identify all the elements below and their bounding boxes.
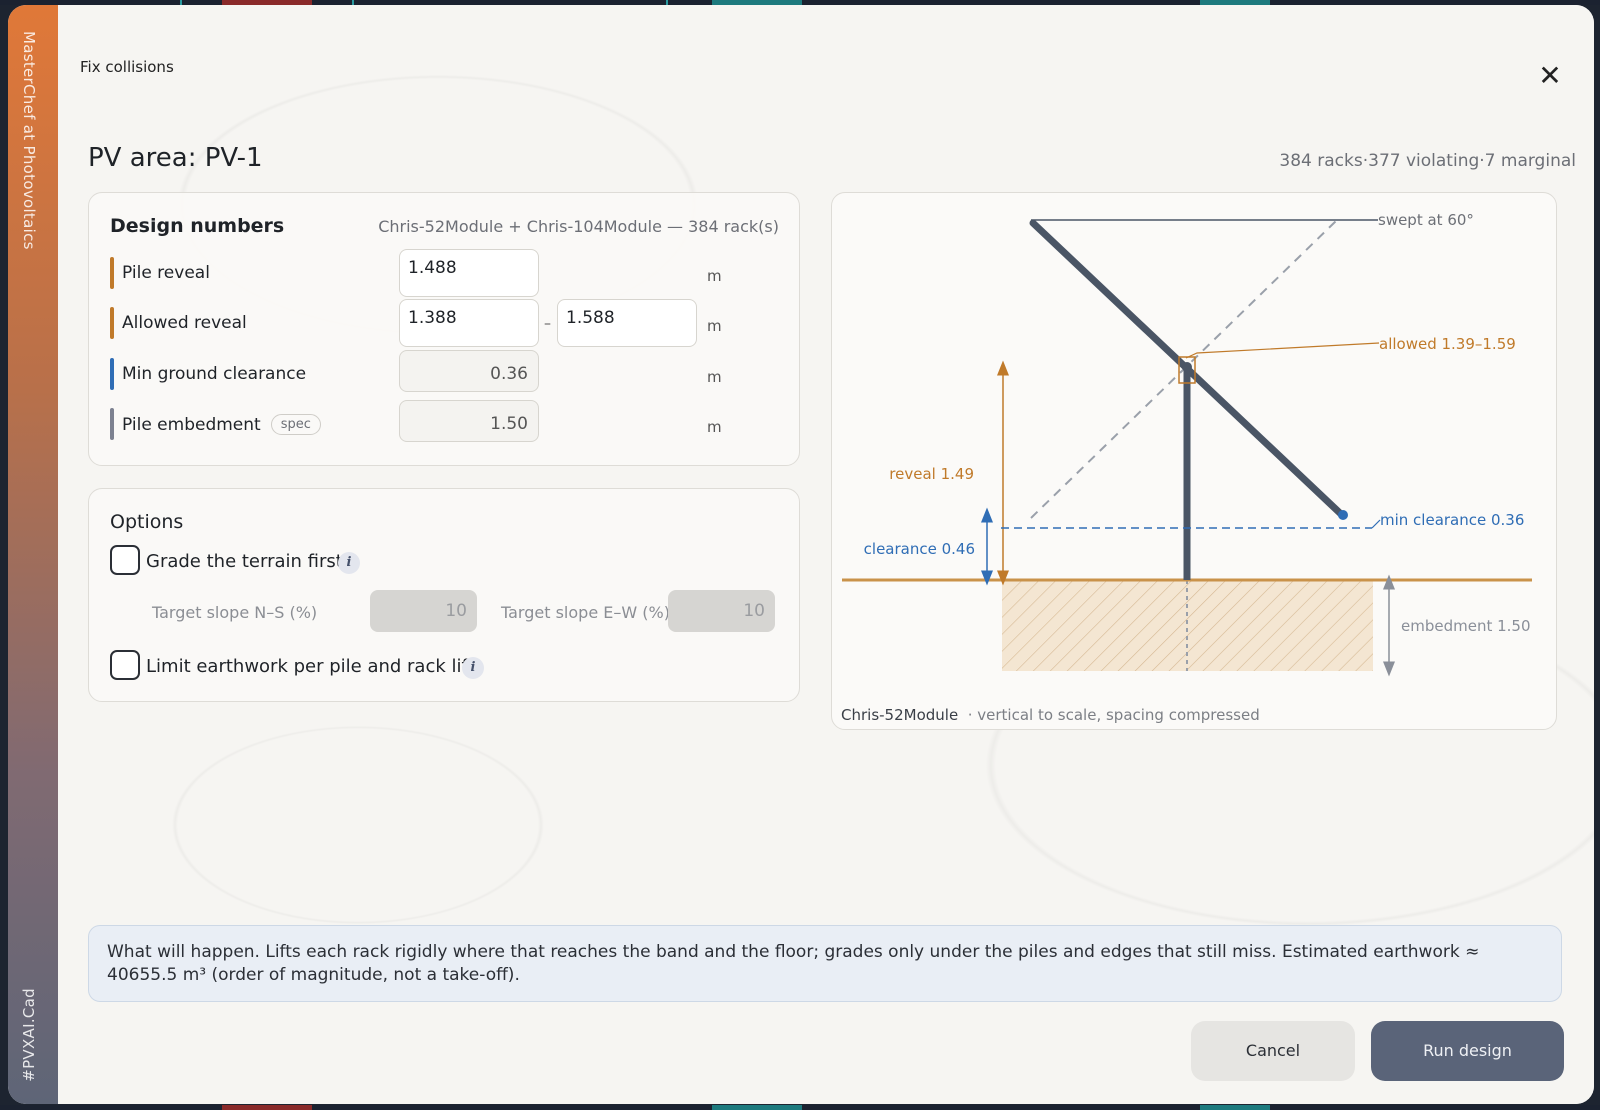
slope-ns-input[interactable]: 10 [370,590,477,632]
allowed-label: allowed 1.39–1.59 [1379,335,1516,353]
design-numbers-title: Design numbers [110,215,285,237]
diagram-caption: Chris-52Module · vertical to scale, spac… [841,706,1260,724]
min-clearance-unit: m [707,368,722,386]
embedment-label: Pile embedment spec [122,414,321,435]
limit-earthwork-label: Limit earthwork per pile and rack lift [146,656,475,677]
dialog-panel: Fix collisions ✕ PV area: PV-1 384 racks… [58,5,1594,1104]
embedment-label: embedment 1.50 [1401,617,1531,635]
rack-diagram: swept at 60° allowed 1.39–1.59 reveal 1.… [842,211,1532,677]
breadcrumb: Fix collisions [80,58,174,76]
rack-summary: 384 racks·377 violating·7 marginal [1279,151,1576,171]
reveal-label: reveal 1.49 [889,465,974,483]
min-clearance-label: Min ground clearance [122,364,307,384]
page-title: PV area: PV-1 [88,143,263,173]
slope-ew-input[interactable]: 10 [668,590,775,632]
what-will-happen-note: What will happen. Lifts each rack rigidl… [88,925,1562,1002]
spec-tag: spec [270,414,321,435]
rack-diagram-card: swept at 60° allowed 1.39–1.59 reveal 1.… [831,192,1557,730]
allowed-reveal-label: Allowed reveal [122,313,247,333]
embedment-zone [1002,580,1373,671]
row-pile-reveal: Pile reveal 1.488 m [110,249,780,297]
summary-violating: 377 violating [1368,151,1480,171]
pile-reveal-unit: m [707,267,722,285]
embedment-color-bar [110,408,114,440]
rail-app-name: MasterChef at Photovoltaics [20,31,38,250]
summary-marginal: 7 marginal [1484,151,1576,171]
options-title: Options [110,511,184,533]
close-icon: ✕ [1538,59,1562,92]
slope-ns-label: Target slope N–S (%) [152,603,318,622]
allowed-reveal-unit: m [707,317,722,335]
pile-reveal-color-bar [110,257,114,289]
embedment-unit: m [707,418,722,436]
rail-tag: #PVXAI.Cad [20,988,38,1082]
summary-racks: 384 racks [1279,151,1363,171]
min-clearance-color-bar [110,358,114,390]
close-button[interactable]: ✕ [1536,62,1564,91]
row-pile-embedment: Pile embedment spec 1.50 m [110,400,780,448]
caption-note: · vertical to scale, spacing compressed [967,706,1260,724]
design-numbers-card: Design numbers Chris-52Module + Chris-10… [88,192,800,466]
swept-label: swept at 60° [1378,211,1474,229]
pile-reveal-label: Pile reveal [122,263,210,283]
pile-reveal-input[interactable]: 1.488 [399,249,539,297]
module-low-edge-point [1338,510,1348,520]
embedment-label-text: Pile embedment [122,415,261,435]
grade-terrain-checkbox[interactable] [110,545,140,575]
dialog-window: MasterChef at Photovoltaics #PVXAI.Cad F… [8,5,1594,1104]
range-separator: – [544,316,551,332]
min-clearance-label: min clearance 0.36 [1380,511,1524,529]
embedment-field: 1.50 [399,400,539,442]
cancel-button[interactable]: Cancel [1191,1021,1355,1081]
allowed-leader-line [1185,342,1380,359]
design-numbers-subtitle: Chris-52Module + Chris-104Module — 384 r… [378,217,779,236]
allowed-reveal-max-input[interactable]: 1.588 [557,299,697,347]
bottom-edge-strip [0,1105,1600,1110]
caption-module: Chris-52Module [841,706,959,724]
limit-info-icon[interactable]: i [462,657,484,679]
slope-ew-label: Target slope E–W (%) [501,603,670,622]
allowed-reveal-color-bar [110,307,114,339]
limit-earthwork-checkbox[interactable] [110,650,140,680]
allowed-reveal-min-input[interactable]: 1.388 [399,299,539,347]
options-card: Options Grade the terrain first i Target… [88,488,800,702]
pivot-point [1182,362,1192,372]
min-clearance-field: 0.36 [399,350,539,392]
min-clearance-leader [1371,519,1381,529]
clearance-label: clearance 0.46 [864,540,975,558]
run-design-button[interactable]: Run design [1371,1021,1564,1081]
side-rail: MasterChef at Photovoltaics #PVXAI.Cad [8,5,58,1104]
grade-info-icon[interactable]: i [338,552,360,574]
grade-terrain-label: Grade the terrain first [146,551,343,572]
row-min-ground-clearance: Min ground clearance 0.36 m [110,350,780,398]
row-allowed-reveal: Allowed reveal 1.388 – 1.588 m [110,299,780,347]
